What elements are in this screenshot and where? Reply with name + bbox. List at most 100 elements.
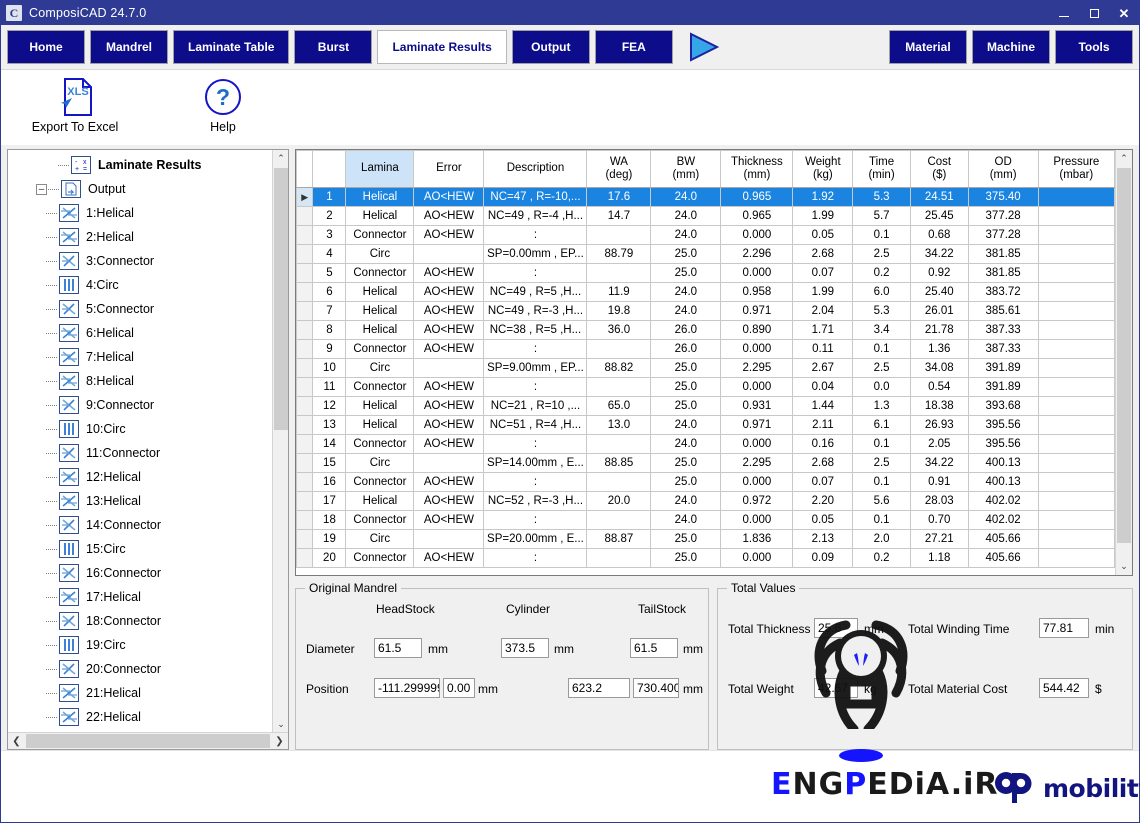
- table-row[interactable]: 8 Helical AO<HEW NC=38 , R=5 ,H... 36.0 26.0 0…: [296, 320, 1115, 340]
- row-selector-cell[interactable]: [296, 339, 314, 359]
- table-row[interactable]: 11 Connector AO<HEW: 25.0 0.000 0.04 0.0 0.54 39…: [296, 377, 1115, 397]
- tree-node-item[interactable]: 19:Circ: [12, 633, 288, 657]
- table-row[interactable]: 18 Connector AO<HEW: 24.0 0.000 0.05 0.1 0.70 40…: [296, 510, 1115, 530]
- minimize-icon[interactable]: [1049, 1, 1079, 25]
- row-selector-cell[interactable]: [296, 548, 314, 568]
- row-selector-cell[interactable]: [296, 491, 314, 511]
- table-row[interactable]: 15 Circ SP=14.00mm , E... 88.85 25.0 2.295 2.6…: [296, 453, 1115, 473]
- position-headstock-input-a[interactable]: -111.299999: [374, 678, 440, 698]
- tab-fea[interactable]: FEA: [594, 30, 673, 64]
- table-row[interactable]: 14 Connector AO<HEW: 24.0 0.000 0.16 0.1 2.05 39…: [296, 434, 1115, 454]
- export-to-excel-button[interactable]: XLS Export To Excel: [23, 76, 127, 134]
- col-header-thickness[interactable]: Thickness (mm): [720, 150, 794, 188]
- tree-vertical-scrollbar[interactable]: ⌃ ⌄: [272, 150, 288, 732]
- tree-node-item[interactable]: 20:Connector: [12, 657, 288, 681]
- tree-node-item[interactable]: 2:Helical: [12, 225, 288, 249]
- tab-machine[interactable]: Machine: [971, 30, 1050, 64]
- diameter-cylinder-input[interactable]: 373.5: [501, 638, 549, 658]
- table-row[interactable]: 17 Helical AO<HEW NC=52 , R=-3 ,H... 20.0 24.…: [296, 491, 1115, 511]
- row-selector-cell[interactable]: [296, 396, 314, 416]
- tree-node-item[interactable]: 18:Connector: [12, 609, 288, 633]
- row-selector-cell[interactable]: [296, 434, 314, 454]
- tree-node-item[interactable]: 8:Helical: [12, 369, 288, 393]
- col-header-bw[interactable]: BW (mm): [650, 150, 722, 188]
- tree-scroll-down-icon[interactable]: ⌄: [273, 716, 288, 732]
- row-selector-cell[interactable]: [296, 415, 314, 435]
- tree-node-item[interactable]: 4:Circ: [12, 273, 288, 297]
- diameter-tailstock-input[interactable]: 61.5: [630, 638, 678, 658]
- col-header-pressure[interactable]: Pressure (mbar): [1037, 150, 1115, 188]
- tree-node-item[interactable]: 12:Helical: [12, 465, 288, 489]
- col-header-lamina[interactable]: Lamina: [345, 150, 415, 188]
- tree-node-item[interactable]: 10:Circ: [12, 417, 288, 441]
- tree-expander-output-icon[interactable]: –: [36, 183, 47, 195]
- tree-node-item[interactable]: 14:Connector: [12, 513, 288, 537]
- tree-node-item[interactable]: 1:Helical: [12, 201, 288, 225]
- diameter-headstock-input[interactable]: 61.5: [374, 638, 422, 658]
- tree-node-item[interactable]: 6:Helical: [12, 321, 288, 345]
- help-button[interactable]: ? Help: [171, 76, 275, 134]
- grid-scroll-up-icon[interactable]: ⌃: [1116, 150, 1132, 167]
- row-selector-cell[interactable]: [296, 358, 314, 378]
- tree-scrollbar-thumb[interactable]: [274, 168, 288, 430]
- table-row[interactable]: 4 Circ SP=0.00mm , EP... 88.79 25.0 2.296 2.68…: [296, 244, 1115, 264]
- col-header-wa[interactable]: WA (deg): [586, 150, 652, 188]
- col-header-time[interactable]: Time (min): [852, 150, 911, 188]
- table-row[interactable]: 16 Connector AO<HEW: 25.0 0.000 0.07 0.1 0.91 40…: [296, 472, 1115, 492]
- col-header-description[interactable]: Description: [483, 150, 588, 188]
- row-selector-cell[interactable]: [296, 244, 314, 264]
- table-row[interactable]: 3 Connector AO<HEW: 24.0 0.000 0.05 0.1 0.68 377…: [296, 225, 1115, 245]
- tree-node-item[interactable]: 15:Circ: [12, 537, 288, 561]
- tree-node-item[interactable]: 3:Connector: [12, 249, 288, 273]
- tree-node-output[interactable]: – Output: [12, 177, 288, 201]
- grid-scrollbar-thumb[interactable]: [1117, 168, 1131, 543]
- tree-scroll-right-icon[interactable]: ❯: [271, 733, 288, 750]
- col-header-cost[interactable]: Cost ($): [909, 150, 969, 188]
- position-tailstock-input-b[interactable]: 730.400: [633, 678, 679, 698]
- row-selector-cell[interactable]: [296, 301, 314, 321]
- tree-hscrollbar-thumb[interactable]: [26, 734, 270, 748]
- col-header-error[interactable]: Error: [413, 150, 485, 188]
- table-row[interactable]: 5 Connector AO<HEW: 25.0 0.000 0.07 0.2 0.92 381…: [296, 263, 1115, 283]
- tab-laminate-table[interactable]: Laminate Table: [173, 30, 290, 64]
- table-row[interactable]: 7 Helical AO<HEW NC=49 , R=-3 ,H... 19.8 24.0…: [296, 301, 1115, 321]
- row-selector-cell[interactable]: [296, 206, 314, 226]
- maximize-icon[interactable]: [1079, 1, 1109, 25]
- tree-horizontal-scrollbar[interactable]: ❮ ❯: [8, 732, 288, 749]
- run-play-icon[interactable]: [684, 30, 724, 64]
- row-selector-cell[interactable]: [296, 263, 314, 283]
- tree-node-item[interactable]: 21:Helical: [12, 681, 288, 705]
- tree-node-item[interactable]: 7:Helical: [12, 345, 288, 369]
- row-selector-cell[interactable]: [296, 225, 314, 245]
- tab-tools[interactable]: Tools: [1055, 30, 1133, 64]
- row-selector-cell[interactable]: [296, 282, 314, 302]
- table-row[interactable]: ▶ 1 Helical AO<HEW NC=47 , R=-10,... 17.6 24.0…: [296, 187, 1115, 207]
- tree-node-item[interactable]: 17:Helical: [12, 585, 288, 609]
- row-selector-cell[interactable]: [296, 320, 314, 340]
- table-row[interactable]: 13 Helical AO<HEW NC=51 , R=4 ,H... 13.0 24.0…: [296, 415, 1115, 435]
- tab-home[interactable]: Home: [7, 30, 85, 64]
- position-headstock-input-b[interactable]: 0.00: [443, 678, 475, 698]
- table-row[interactable]: 9 Connector AO<HEW: 26.0 0.000 0.11 0.1 1.36 387…: [296, 339, 1115, 359]
- grid-vertical-scrollbar[interactable]: ⌃ ⌄: [1115, 150, 1132, 575]
- tree-scroll-up-icon[interactable]: ⌃: [273, 150, 288, 166]
- table-row[interactable]: 12 Helical AO<HEW NC=21 , R=10 ,... 65.0 25.0…: [296, 396, 1115, 416]
- tree-node-laminate-results[interactable]: - x + = Laminate Results: [12, 153, 288, 177]
- tree-node-item[interactable]: 22:Helical: [12, 705, 288, 729]
- position-tailstock-input-a[interactable]: 623.2: [568, 678, 630, 698]
- row-selector-cell[interactable]: [296, 510, 314, 530]
- close-icon[interactable]: ✕: [1109, 1, 1139, 25]
- table-row[interactable]: 6 Helical AO<HEW NC=49 , R=5 ,H... 11.9 24.0 0…: [296, 282, 1115, 302]
- tree-node-item[interactable]: 13:Helical: [12, 489, 288, 513]
- col-header-od[interactable]: OD (mm): [967, 150, 1039, 188]
- row-selector-cell[interactable]: [296, 472, 314, 492]
- tab-laminate-results[interactable]: Laminate Results: [377, 30, 507, 64]
- row-selector-cell[interactable]: [296, 453, 314, 473]
- tab-burst[interactable]: Burst: [294, 30, 373, 64]
- row-selector-cell[interactable]: [296, 529, 314, 549]
- col-header-weight[interactable]: Weight (kg): [792, 150, 854, 188]
- tab-mandrel[interactable]: Mandrel: [90, 30, 168, 64]
- tree-scroll-left-icon[interactable]: ❮: [8, 733, 25, 750]
- tree-node-item[interactable]: 5:Connector: [12, 297, 288, 321]
- row-selector-cell[interactable]: ▶: [296, 187, 314, 207]
